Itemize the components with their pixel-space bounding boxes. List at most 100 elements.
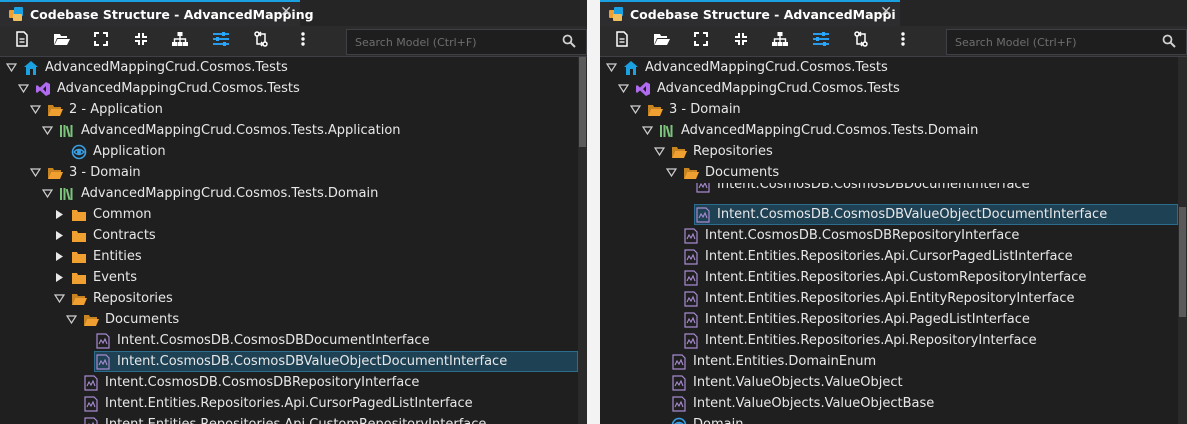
filter-settings-button[interactable]: [811, 31, 831, 51]
collapse-arrow-icon[interactable]: [654, 146, 665, 157]
collapse-arrow-icon[interactable]: [6, 62, 17, 73]
tree-item[interactable]: Intent.Entities.Repositories.Api.EntityR…: [600, 288, 1178, 309]
tree-view[interactable]: AdvancedMappingCrud.Cosmos.Tests Advanced…: [0, 57, 578, 424]
more-vertical-button[interactable]: [893, 31, 913, 51]
tree-item[interactable]: 2 - Application: [0, 99, 578, 120]
tree-item[interactable]: Intent.Entities.Repositories.Api.CursorP…: [600, 246, 1178, 267]
collapse-arrow-icon[interactable]: [30, 167, 41, 178]
close-icon[interactable]: ✕: [880, 4, 892, 20]
tree-item[interactable]: Documents: [0, 309, 578, 330]
expand-arrow-icon[interactable]: [54, 251, 65, 262]
tree-item[interactable]: AdvancedMappingCrud.Cosmos.Tests.Domain: [0, 183, 578, 204]
sync-button[interactable]: [251, 31, 271, 51]
tree-item[interactable]: AdvancedMappingCrud.Cosmos.Tests.Domain: [600, 120, 1178, 141]
search-box: [946, 29, 1187, 55]
toolbar: [0, 26, 587, 57]
tree-item[interactable]: Common: [0, 204, 578, 225]
library-icon: [59, 123, 75, 139]
tree-item[interactable]: Intent.CosmosDB.CosmosDBRepositoryInterf…: [0, 372, 578, 393]
tree-item-label: AdvancedMappingCrud.Cosmos.Tests: [57, 81, 300, 96]
hierarchy-button[interactable]: [770, 31, 790, 51]
tab-codebase-structure[interactable]: Codebase Structure - AdvancedMappi ✕: [600, 0, 900, 26]
collapse-arrow-icon[interactable]: [642, 125, 653, 136]
tree-item[interactable]: Intent.Entities.Repositories.Api.CustomR…: [600, 267, 1178, 288]
expand-icon: [93, 31, 109, 51]
tree-item[interactable]: Entities: [0, 246, 578, 267]
expand-arrow-icon[interactable]: [54, 272, 65, 283]
collapse-button[interactable]: [131, 31, 151, 51]
tree-item[interactable]: Intent.ValueObjects.ValueObject: [600, 372, 1178, 393]
tree-item[interactable]: Documents: [600, 162, 1178, 183]
tree-item[interactable]: 3 - Domain: [0, 162, 578, 183]
collapse-arrow-icon[interactable]: [606, 62, 617, 73]
tree-view[interactable]: AdvancedMappingCrud.Cosmos.Tests Advanced…: [600, 57, 1178, 424]
new-file-button[interactable]: [612, 31, 632, 51]
expand-button[interactable]: [91, 31, 111, 51]
collapse-arrow-icon[interactable]: [66, 314, 77, 325]
collapse-arrow-icon[interactable]: [42, 188, 53, 199]
tree-item[interactable]: Repositories: [0, 288, 578, 309]
open-folder-button[interactable]: [652, 31, 672, 51]
tree-item[interactable]: Intent.Entities.Repositories.Api.Reposit…: [600, 330, 1178, 351]
tree-item[interactable]: Intent.Entities.Repositories.Api.CursorP…: [0, 393, 578, 414]
tree-item[interactable]: AdvancedMappingCrud.Cosmos.Tests: [0, 78, 578, 99]
scrollbar-thumb[interactable]: [579, 57, 586, 147]
tab-codebase-structure[interactable]: Codebase Structure - AdvancedMapping ✕: [0, 0, 314, 26]
tree-item[interactable]: Intent.Entities.Repositories.Api.PagedLi…: [600, 309, 1178, 330]
new-file-icon: [614, 31, 630, 51]
more-vertical-button[interactable]: [293, 31, 313, 51]
open-folder-button[interactable]: [52, 31, 72, 51]
tree-item[interactable]: AdvancedMappingCrud.Cosmos.Tests.Applica…: [0, 120, 578, 141]
template-icon: [683, 290, 699, 307]
tree-item[interactable]: Intent.CosmosDB.CosmosDBValueObjectDocum…: [694, 204, 1178, 225]
arrow-spacer: [666, 272, 677, 283]
tree-item[interactable]: Repositories: [600, 141, 1178, 162]
tree-item[interactable]: Domain: [600, 414, 1178, 424]
template-icon: [95, 353, 111, 370]
tree-item[interactable]: AdvancedMappingCrud.Cosmos.Tests: [0, 57, 578, 78]
scrollbar-thumb[interactable]: [1179, 207, 1186, 317]
tree-item[interactable]: Intent.CosmosDB.CosmosDBRepositoryInterf…: [600, 225, 1178, 246]
tree-item[interactable]: Contracts: [0, 225, 578, 246]
tree-item-label: Intent.Entities.DomainEnum: [693, 354, 877, 369]
collapse-arrow-icon[interactable]: [42, 125, 53, 136]
search-input[interactable]: [347, 30, 557, 54]
close-icon[interactable]: ✕: [280, 4, 292, 20]
tree-item[interactable]: Intent.CosmosDB.CosmosDBValueObjectDocum…: [94, 351, 578, 372]
collapse-arrow-icon[interactable]: [30, 104, 41, 115]
expand-button[interactable]: [691, 31, 711, 51]
tree-item[interactable]: Intent.Entities.DomainEnum: [600, 351, 1178, 372]
hierarchy-button[interactable]: [170, 31, 190, 51]
expand-arrow-icon[interactable]: [54, 209, 65, 220]
arrow-spacer: [654, 398, 665, 409]
new-file-button[interactable]: [12, 31, 32, 51]
tree-item[interactable]: Events: [0, 267, 578, 288]
tree-item-label: Intent.Entities.Repositories.Api.PagedLi…: [705, 312, 1030, 327]
sync-button[interactable]: [851, 31, 871, 51]
filter-settings-button[interactable]: [211, 31, 231, 51]
scrollbar[interactable]: [578, 57, 587, 424]
search-icon[interactable]: [1162, 34, 1176, 52]
expand-arrow-icon[interactable]: [54, 230, 65, 241]
scrollbar[interactable]: [1178, 57, 1187, 424]
filter-settings-icon: [212, 31, 230, 51]
tree-item[interactable]: Intent.Entities.Repositories.Api.CustomR…: [0, 414, 578, 424]
tree-item-label: Intent.CosmosDB.CosmosDBRepositoryInterf…: [705, 228, 1020, 243]
collapse-arrow-icon[interactable]: [54, 293, 65, 304]
tree-item[interactable]: Application: [0, 141, 578, 162]
template-icon: [671, 395, 687, 412]
tree-item[interactable]: AdvancedMappingCrud.Cosmos.Tests: [600, 78, 1178, 99]
collapse-arrow-icon[interactable]: [18, 83, 29, 94]
codebase-structure-panel-left: Codebase Structure - AdvancedMapping ✕ A…: [0, 0, 587, 424]
search-icon[interactable]: [562, 34, 576, 52]
tree-item[interactable]: Intent.ValueObjects.ValueObjectBase: [600, 393, 1178, 414]
tree-item[interactable]: Intent.CosmosDB.CosmosDBDocumentInterfac…: [0, 330, 578, 351]
collapse-button[interactable]: [731, 31, 751, 51]
tree-item[interactable]: AdvancedMappingCrud.Cosmos.Tests: [600, 57, 1178, 78]
tree-item[interactable]: 3 - Domain: [600, 99, 1178, 120]
collapse-arrow-icon[interactable]: [618, 83, 629, 94]
tree-item-label: Intent.Entities.Repositories.Api.EntityR…: [705, 291, 1075, 306]
collapse-arrow-icon[interactable]: [630, 104, 641, 115]
search-input[interactable]: [947, 30, 1157, 54]
collapse-arrow-icon[interactable]: [666, 167, 677, 178]
